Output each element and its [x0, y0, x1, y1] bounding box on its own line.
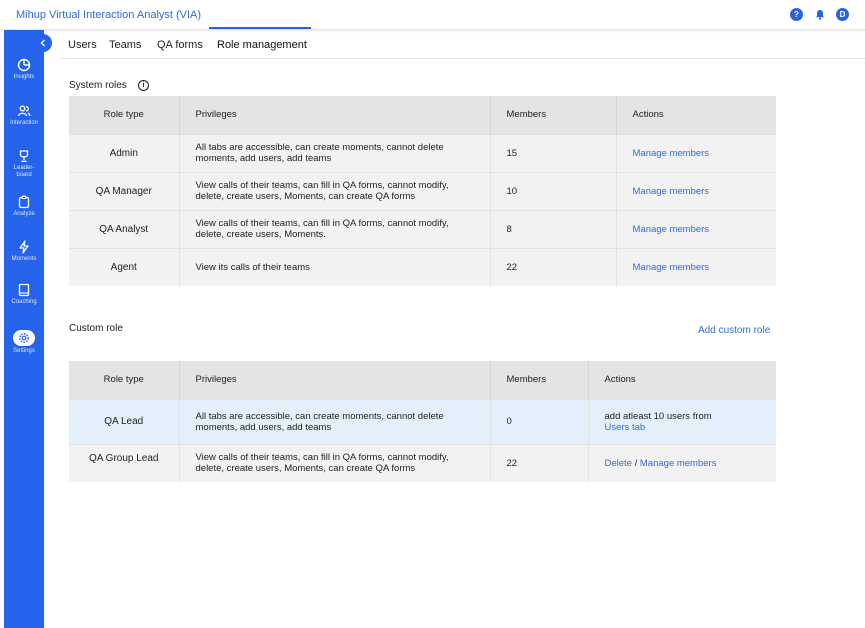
- avatar[interactable]: D: [836, 8, 849, 21]
- sidebar-item-label: Settings: [13, 348, 35, 354]
- action-separator: /: [631, 457, 640, 469]
- role-privileges: All tabs are accessible, can create mome…: [179, 398, 491, 444]
- column-header-members: Members: [490, 361, 589, 399]
- table-row: QA Manager View calls of their teams, ca…: [69, 171, 776, 210]
- role-name: QA Lead: [69, 398, 180, 444]
- sidebar-item-coaching[interactable]: Coaching: [4, 283, 44, 306]
- column-header-role-type: Role type: [69, 361, 180, 399]
- custom-role-title: Custom role: [69, 323, 123, 334]
- table-row: Admin All tabs are accessible, can creat…: [69, 133, 776, 172]
- role-privileges: All tabs are accessible, can create mome…: [179, 133, 491, 172]
- tab-teams[interactable]: Teams: [109, 39, 141, 51]
- sidebar-collapse-button[interactable]: [34, 34, 52, 52]
- action-hint-text: add atleast 10 users from: [604, 410, 712, 422]
- column-header-privileges: Privileges: [179, 361, 491, 399]
- column-header-members: Members: [490, 96, 617, 134]
- column-header-role-type: Role type: [69, 96, 180, 134]
- role-members: 0: [490, 398, 589, 444]
- manage-members-link[interactable]: Manage members: [633, 262, 710, 273]
- manage-members-link[interactable]: Manage members: [633, 224, 710, 235]
- tab-users[interactable]: Users: [68, 39, 97, 51]
- column-header-privileges: Privileges: [179, 96, 491, 134]
- role-name: QA Analyst: [69, 209, 180, 248]
- info-icon[interactable]: i: [138, 80, 149, 91]
- role-name: QA Group Lead: [69, 443, 180, 482]
- table-row: Agent View its calls of their teams 22 M…: [69, 247, 776, 286]
- sidebar: Insights Interaction Leader- board Analy…: [4, 30, 44, 628]
- role-privileges: View its calls of their teams: [179, 247, 491, 286]
- chevron-left-icon: [40, 39, 45, 47]
- sidebar-item-analyze[interactable]: Analyze: [4, 195, 44, 218]
- role-name: Agent: [69, 247, 180, 286]
- bell-icon[interactable]: [813, 8, 826, 21]
- sidebar-item-moments[interactable]: Moments: [4, 240, 44, 263]
- system-roles-table: Role type Privileges Members Actions Adm…: [69, 96, 776, 286]
- role-members: 22: [490, 247, 617, 286]
- pie-chart-icon: [17, 58, 31, 72]
- sidebar-item-label: Analyze: [13, 211, 35, 217]
- role-privileges: View calls of their teams, can fill in Q…: [179, 171, 491, 210]
- manage-members-link[interactable]: Manage members: [633, 186, 710, 197]
- table-row: QA Group Lead View calls of their teams,…: [69, 443, 776, 482]
- role-name: QA Manager: [69, 171, 180, 210]
- custom-roles-table: Role type Privileges Members Actions QA …: [69, 361, 776, 482]
- sidebar-item-leaderboard[interactable]: Leader- board: [4, 149, 44, 179]
- active-tab-indicator: [209, 27, 311, 29]
- table-row: QA Analyst View calls of their teams, ca…: [69, 209, 776, 248]
- tab-role-management[interactable]: Role management: [217, 39, 307, 51]
- manage-members-link[interactable]: Manage members: [640, 458, 717, 469]
- delete-link[interactable]: Delete: [605, 458, 632, 469]
- settings-active-pill: [13, 330, 35, 346]
- trophy-icon: [19, 150, 29, 162]
- role-privileges: View calls of their teams, can fill in Q…: [179, 209, 491, 248]
- sidebar-item-settings[interactable]: Settings: [4, 330, 44, 355]
- lightning-icon: [19, 240, 29, 254]
- sidebar-item-label: Insights: [13, 74, 35, 80]
- table-header-row: Role type Privileges Members Actions: [69, 361, 776, 399]
- role-members: 15: [490, 133, 617, 172]
- app-title: Mihup Virtual Interaction Analyst (VIA): [16, 9, 202, 21]
- add-custom-role-button[interactable]: Add custom role: [698, 325, 770, 336]
- role-members: 22: [490, 443, 589, 482]
- role-privileges: View calls of their teams, can fill in Q…: [179, 443, 491, 482]
- users-tab-link[interactable]: Users tab: [605, 422, 761, 433]
- sidebar-item-interaction[interactable]: Interaction: [4, 104, 44, 127]
- sidebar-item-label: Interaction: [9, 120, 39, 126]
- tab-qa-forms[interactable]: QA forms: [157, 39, 203, 51]
- table-header-row: Role type Privileges Members Actions: [69, 96, 776, 134]
- gear-icon: [19, 333, 29, 343]
- role-members: 10: [490, 171, 617, 210]
- top-icons: ? D: [790, 8, 849, 21]
- sidebar-item-label: Leader- board: [13, 165, 35, 178]
- top-bar: Mihup Virtual Interaction Analyst (VIA) …: [0, 0, 865, 30]
- book-icon: [18, 283, 30, 297]
- manage-members-link[interactable]: Manage members: [633, 148, 710, 159]
- column-header-actions: Actions: [616, 96, 776, 134]
- column-header-actions: Actions: [588, 361, 776, 399]
- users-icon: [17, 105, 31, 117]
- sidebar-item-insights[interactable]: Insights: [4, 58, 44, 81]
- tab-bar: Users Teams QA forms Role management: [60, 30, 865, 59]
- clipboard-icon: [18, 195, 30, 209]
- question-icon[interactable]: ?: [790, 8, 803, 21]
- role-name: Admin: [69, 133, 180, 172]
- system-roles-title: System roles: [69, 80, 127, 91]
- sidebar-item-label: Coaching: [11, 299, 37, 305]
- sidebar-item-label: Moments: [11, 256, 37, 262]
- role-members: 8: [490, 209, 617, 248]
- table-row[interactable]: QA Lead All tabs are accessible, can cre…: [69, 398, 776, 444]
